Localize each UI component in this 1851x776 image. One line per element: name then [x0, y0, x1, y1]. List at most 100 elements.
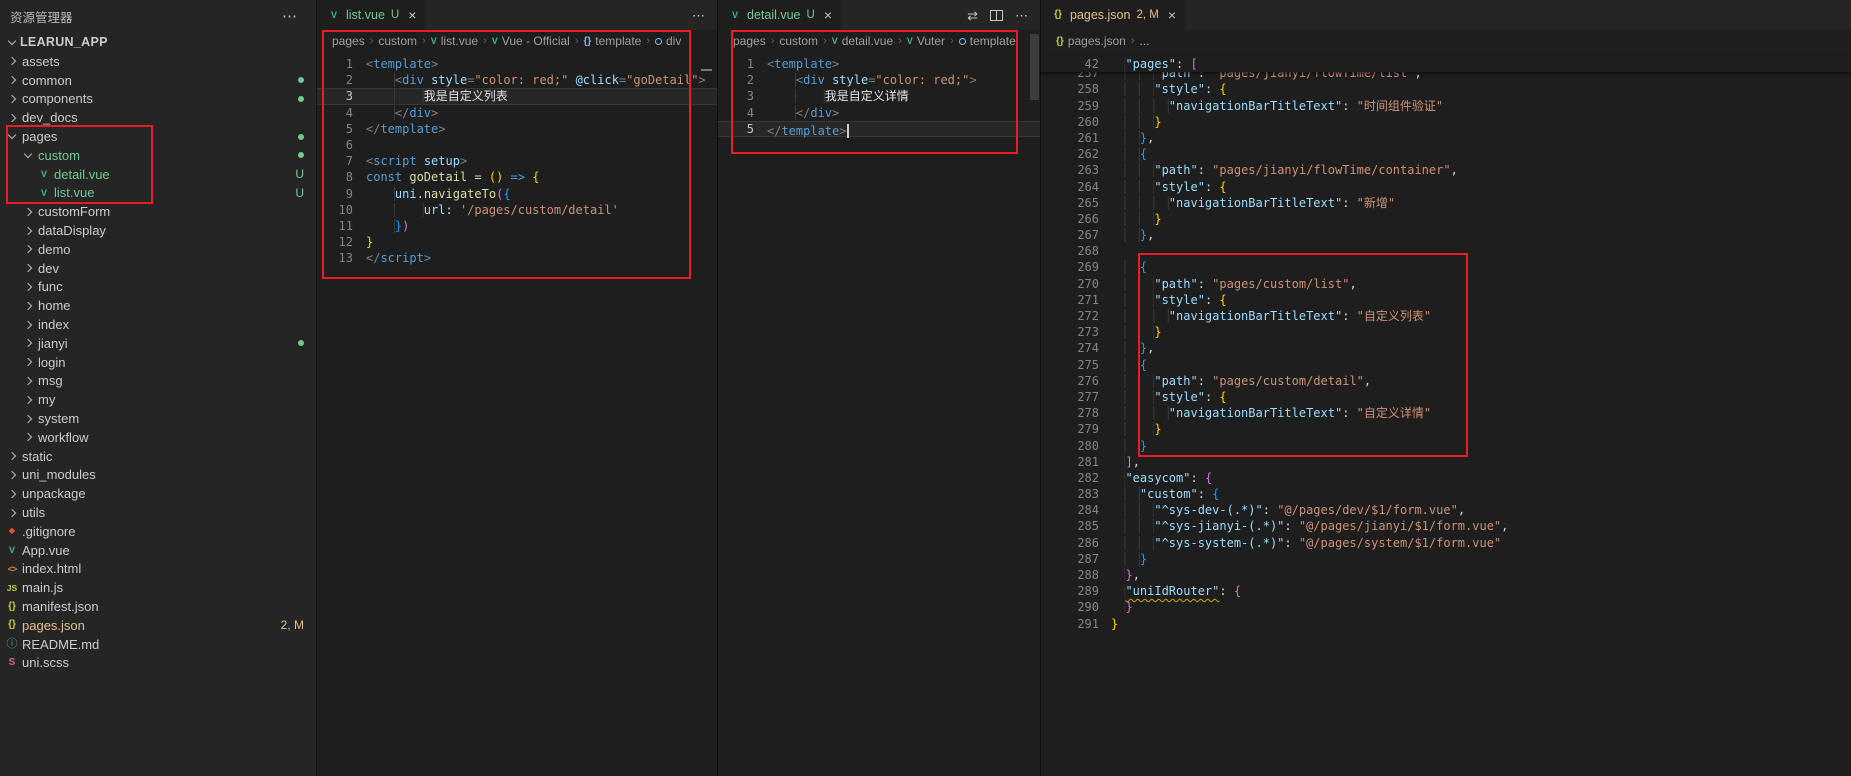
code-line[interactable]: 289 "uniIdRouter": { [1041, 583, 1851, 599]
code-line[interactable]: 263 "path": "pages/jianyi/flowTime/conta… [1041, 162, 1851, 178]
code-line[interactable]: 276 "path": "pages/custom/detail", [1041, 373, 1851, 389]
code-line[interactable]: 266 } [1041, 211, 1851, 227]
tree-item-my[interactable]: my [0, 390, 316, 409]
code-line[interactable]: 270 "path": "pages/custom/list", [1041, 276, 1851, 292]
tree-item-static[interactable]: static [0, 447, 316, 466]
code-line[interactable]: 5</template> [718, 121, 1040, 137]
tree-item-uni-modules[interactable]: uni_modules [0, 466, 316, 485]
tree-item-components[interactable]: components [0, 90, 316, 109]
tree-item-common[interactable]: common [0, 71, 316, 90]
code-line[interactable]: 8const goDetail = () => { [317, 169, 717, 185]
code-line[interactable]: 281 ], [1041, 454, 1851, 470]
tree-item-msg[interactable]: msg [0, 372, 316, 391]
code-line[interactable]: 10 url: '/pages/custom/detail' [317, 202, 717, 218]
code-line[interactable]: 2 <div style="color: red;" @click="goDet… [317, 72, 717, 88]
tree-item-manifest-json[interactable]: {}manifest.json [0, 597, 316, 616]
tree-item-jianyi[interactable]: jianyi [0, 334, 316, 353]
tab-detail-vue[interactable]: Vdetail.vueU× [718, 0, 842, 30]
tree-item-readme-md[interactable]: ⓘREADME.md [0, 635, 316, 654]
code-line[interactable]: 3 我是自定义列表 [317, 88, 717, 104]
breadcrumb-item-pages[interactable]: pages [332, 34, 365, 48]
breadcrumb-item-pages[interactable]: pages [733, 34, 766, 48]
code-line[interactable]: 272 "navigationBarTitleText": "自定义列表" [1041, 308, 1851, 324]
breadcrumb-item-custom[interactable]: custom [779, 34, 818, 48]
code-line[interactable]: 283 "custom": { [1041, 486, 1851, 502]
code-line[interactable]: 262 { [1041, 146, 1851, 162]
tree-item-gitignore[interactable]: ◆.gitignore [0, 522, 316, 541]
breadcrumb-item-template[interactable]: template [959, 34, 1016, 48]
code-line[interactable]: 291} [1041, 616, 1851, 632]
tree-item-pages-json[interactable]: {}pages.json2, M [0, 616, 316, 635]
code-line[interactable]: 269 { [1041, 259, 1851, 275]
tree-item-detail-vue[interactable]: Vdetail.vueU [0, 165, 316, 184]
tree-item-demo[interactable]: demo [0, 240, 316, 259]
tree-item-main-js[interactable]: JSmain.js [0, 578, 316, 597]
code-line[interactable]: 6 [317, 137, 717, 153]
code-line[interactable]: 285 "^sys-jianyi-(.*)": "@/pages/jianyi/… [1041, 518, 1851, 534]
tree-item-index[interactable]: index [0, 315, 316, 334]
tree-item-assets[interactable]: assets [0, 52, 316, 71]
project-root-item[interactable]: LEARUN_APP [0, 32, 316, 52]
code-line[interactable]: 3 我是自定义详情 [718, 88, 1040, 104]
code-line[interactable]: 277 "style": { [1041, 389, 1851, 405]
sticky-scroll-line[interactable]: 42 "pages": [ [1041, 56, 1851, 72]
tab-list-vue[interactable]: Vlist.vueU× [317, 0, 426, 30]
tree-item-unpackage[interactable]: unpackage [0, 484, 316, 503]
close-icon[interactable]: × [408, 8, 416, 22]
code-line[interactable]: 279 } [1041, 421, 1851, 437]
tree-item-dev-docs[interactable]: dev_docs [0, 108, 316, 127]
breadcrumb-item-list-vue[interactable]: Vlist.vue [431, 34, 478, 48]
code-line[interactable]: 278 "navigationBarTitleText": "自定义详情" [1041, 405, 1851, 421]
tree-item-custom[interactable]: custom [0, 146, 316, 165]
code-line[interactable]: 286 "^sys-system-(.*)": "@/pages/system/… [1041, 535, 1851, 551]
code-line[interactable]: 280 } [1041, 438, 1851, 454]
tree-item-utils[interactable]: utils [0, 503, 316, 522]
close-icon[interactable]: × [824, 8, 832, 22]
code-line[interactable]: 259 "navigationBarTitleText": "时间组件验证" [1041, 98, 1851, 114]
breadcrumb-item-template[interactable]: {}template [584, 34, 642, 48]
tree-item-home[interactable]: home [0, 296, 316, 315]
code-line[interactable]: 267 }, [1041, 227, 1851, 243]
code-line[interactable]: 274 }, [1041, 340, 1851, 356]
code-line[interactable]: 271 "style": { [1041, 292, 1851, 308]
explorer-more-actions-icon[interactable]: ⋯ [282, 7, 298, 25]
tree-item-dev[interactable]: dev [0, 259, 316, 278]
tree-item-datadisplay[interactable]: dataDisplay [0, 221, 316, 240]
code-line[interactable]: 264 "style": { [1041, 179, 1851, 195]
tree-item-workflow[interactable]: workflow [0, 428, 316, 447]
code-line[interactable]: 9 uni.navigateTo({ [317, 186, 717, 202]
code-line[interactable]: 282 "easycom": { [1041, 470, 1851, 486]
breadcrumb-item-custom[interactable]: custom [378, 34, 417, 48]
code-line[interactable]: 4 </div> [718, 105, 1040, 121]
breadcrumb-item-vue-official[interactable]: VVue - Official [492, 34, 570, 48]
tab-pages-json[interactable]: {}pages.json2, M× [1041, 0, 1186, 30]
code-line[interactable]: 261 }, [1041, 130, 1851, 146]
breadcrumb-item-pages-json[interactable]: {}pages.json [1056, 34, 1126, 48]
code-line[interactable]: 288 }, [1041, 567, 1851, 583]
breadcrumb-item-[interactable]: ... [1140, 34, 1150, 48]
open-changes-icon[interactable]: ⇄ [967, 9, 978, 22]
tree-item-login[interactable]: login [0, 353, 316, 372]
code-line[interactable]: 284 "^sys-dev-(.*)": "@/pages/dev/$1/for… [1041, 502, 1851, 518]
tree-item-list-vue[interactable]: Vlist.vueU [0, 184, 316, 203]
code-line[interactable]: 11 }) [317, 218, 717, 234]
code-line[interactable]: 12} [317, 234, 717, 250]
split-editor-icon[interactable] [990, 10, 1003, 21]
code-line[interactable]: 2 <div style="color: red;"> [718, 72, 1040, 88]
code-line[interactable]: 1<template> [718, 56, 1040, 72]
tree-item-system[interactable]: system [0, 409, 316, 428]
code-line[interactable]: 290 } [1041, 599, 1851, 615]
code-line[interactable]: 5</template> [317, 121, 717, 137]
code-line[interactable]: 275 { [1041, 357, 1851, 373]
tree-item-pages[interactable]: pages [0, 127, 316, 146]
breadcrumb-item-detail-vue[interactable]: Vdetail.vue [832, 34, 893, 48]
code-line[interactable]: 287 } [1041, 551, 1851, 567]
code-line[interactable]: 13</script> [317, 250, 717, 266]
tree-item-uni-scss[interactable]: Suni.scss [0, 654, 316, 673]
close-icon[interactable]: × [1168, 8, 1176, 22]
code-line[interactable]: 273 } [1041, 324, 1851, 340]
code-line[interactable]: 260 } [1041, 114, 1851, 130]
tree-item-customform[interactable]: customForm [0, 202, 316, 221]
code-line[interactable]: 258 "style": { [1041, 81, 1851, 97]
tree-item-app-vue[interactable]: VApp.vue [0, 541, 316, 560]
